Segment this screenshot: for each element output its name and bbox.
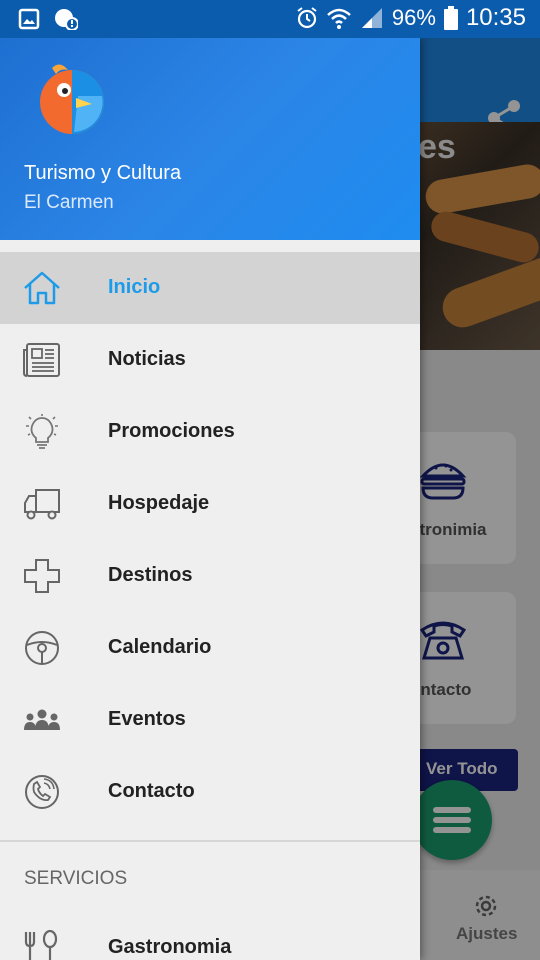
truck-icon xyxy=(24,489,60,520)
clock: 10:35 xyxy=(465,4,526,31)
menu-label: Hospedaje xyxy=(108,492,210,514)
menu-item-inicio[interactable]: Inicio xyxy=(0,252,420,324)
people-group-icon xyxy=(24,709,60,730)
menu-label: Destinos xyxy=(108,564,193,586)
drawer-title: Turismo y Cultura xyxy=(24,162,182,184)
phone-icon xyxy=(25,775,59,809)
menu-item-contacto[interactable]: Contacto xyxy=(0,756,420,828)
fork-spoon-icon xyxy=(24,930,58,960)
steering-wheel-icon xyxy=(25,631,59,665)
menu-label: Noticias xyxy=(108,348,186,370)
menu-label: Gastronomia xyxy=(108,936,232,958)
menu-label: Eventos xyxy=(108,708,186,730)
chat-alert-icon xyxy=(55,9,78,30)
section-title-servicios: SERVICIOS xyxy=(24,868,128,889)
drawer-subtitle: El Carmen xyxy=(24,192,114,213)
newspaper-icon xyxy=(23,343,60,377)
menu-item-eventos[interactable]: Eventos xyxy=(0,684,420,756)
home-icon xyxy=(24,271,60,305)
menu-label: Inicio xyxy=(108,276,161,298)
lightbulb-icon xyxy=(26,414,58,449)
menu-item-gastronomia[interactable]: Gastronomia xyxy=(0,912,420,960)
wifi-icon xyxy=(327,8,351,29)
menu-item-hospedaje[interactable]: Hospedaje xyxy=(0,468,420,540)
drawer-menu: Inicio Noticias Promociones Hospedaje De… xyxy=(0,252,420,828)
menu-label: Contacto xyxy=(108,780,195,802)
drawer-divider xyxy=(0,840,420,842)
navigation-drawer: Turismo y Cultura El Carmen Inicio Notic… xyxy=(0,38,420,960)
image-icon xyxy=(18,8,40,30)
battery-icon xyxy=(443,6,458,30)
status-bar: 96% 10:35 xyxy=(0,0,540,38)
menu-item-destinos[interactable]: Destinos xyxy=(0,540,420,612)
menu-item-promociones[interactable]: Promociones xyxy=(0,396,420,468)
plus-cross-icon xyxy=(24,559,60,593)
signal-icon xyxy=(361,8,382,28)
menu-label: Calendario xyxy=(108,636,212,658)
menu-item-noticias[interactable]: Noticias xyxy=(0,324,420,396)
alarm-icon xyxy=(297,7,317,29)
app-logo xyxy=(40,64,104,134)
battery-percent: 96% xyxy=(391,5,436,30)
menu-item-calendario[interactable]: Calendario xyxy=(0,612,420,684)
menu-label: Promociones xyxy=(108,420,235,442)
drawer-header: Turismo y Cultura El Carmen xyxy=(0,38,420,240)
